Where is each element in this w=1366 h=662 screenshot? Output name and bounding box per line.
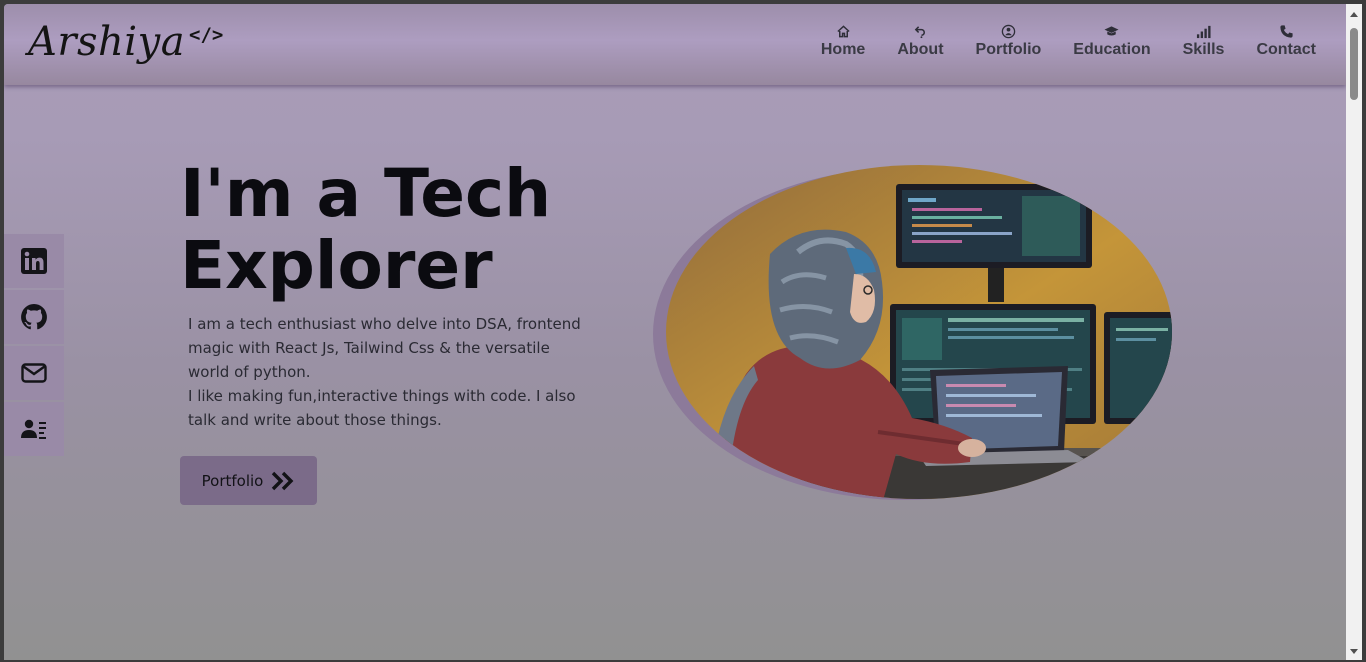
site-header: Arshiya </> Home About Portfolio Educati…	[4, 4, 1346, 85]
github-link[interactable]	[4, 290, 64, 344]
nav-label: Home	[820, 41, 866, 58]
hero-title: I'm a Tech Explorer	[180, 158, 551, 302]
social-sidebar	[4, 234, 64, 456]
home-icon	[836, 25, 850, 38]
nav-label: Portfolio	[975, 41, 1042, 58]
hero-description-paragraph: I like making fun,interactive things wit…	[188, 387, 576, 429]
nav-home[interactable]: Home	[821, 24, 865, 59]
nav-about[interactable]: About	[897, 24, 944, 59]
nav-portfolio[interactable]: Portfolio	[975, 24, 1042, 59]
graduation-cap-icon	[1104, 26, 1119, 36]
github-icon	[21, 304, 47, 330]
user-circle-icon	[1001, 24, 1016, 39]
window-border	[1362, 0, 1366, 662]
nav-label: About	[897, 41, 944, 58]
code-icon: </>	[189, 24, 224, 46]
hero-description-paragraph: I am a tech enthusiast who delve into DS…	[188, 315, 581, 381]
nav-education[interactable]: Education	[1073, 24, 1151, 59]
double-chevron-right-icon	[272, 471, 294, 490]
nav-skills[interactable]: Skills	[1182, 24, 1225, 59]
browser-viewport: Arshiya </> Home About Portfolio Educati…	[4, 4, 1346, 660]
about-icon	[914, 26, 925, 39]
nav-label: Education	[1073, 41, 1151, 58]
scrollbar-thumb[interactable]	[1350, 28, 1358, 100]
contact-card-icon	[21, 419, 46, 439]
phone-icon	[1280, 25, 1293, 38]
linkedin-icon	[21, 248, 47, 274]
nav-contact[interactable]: Contact	[1256, 24, 1316, 59]
scroll-up-arrow-icon[interactable]	[1350, 12, 1358, 17]
nav-label: Skills	[1182, 41, 1225, 58]
resume-link[interactable]	[4, 402, 64, 456]
signal-bars-icon	[1196, 25, 1211, 39]
email-link[interactable]	[4, 346, 64, 400]
portfolio-button-label: Portfolio	[201, 471, 264, 490]
mail-icon	[21, 363, 47, 383]
vertical-scrollbar[interactable]	[1346, 4, 1362, 660]
linkedin-link[interactable]	[4, 234, 64, 288]
portfolio-button[interactable]: Portfolio	[180, 456, 317, 505]
hero-description: I am a tech enthusiast who delve into DS…	[188, 312, 588, 432]
nav-label: Contact	[1256, 41, 1316, 58]
hero-illustration	[653, 165, 1172, 500]
logo-text: Arshiya	[28, 19, 186, 65]
hero-title-line: I'm a Tech	[180, 155, 552, 232]
main-nav: Home About Portfolio Education Skills Co…	[821, 24, 1316, 59]
hero-title-line: Explorer	[180, 227, 493, 304]
scroll-down-arrow-icon[interactable]	[1350, 649, 1358, 654]
site-logo[interactable]: Arshiya </>	[28, 12, 223, 72]
